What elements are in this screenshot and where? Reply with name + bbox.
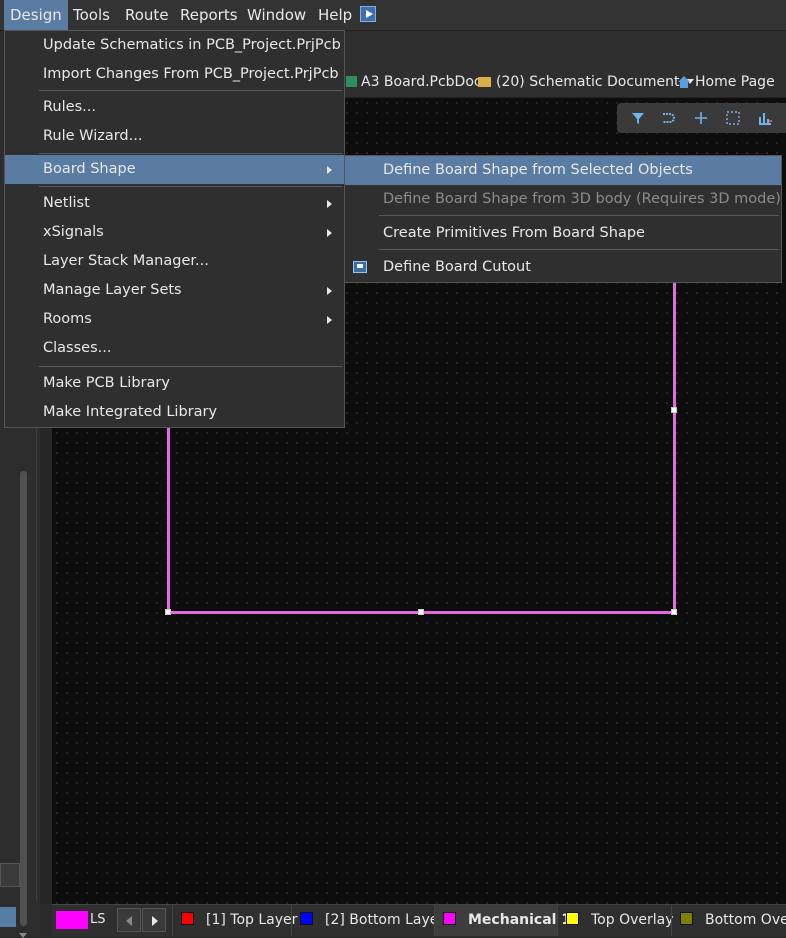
doc-schematic-label: (20) Schematic Document: [496, 74, 680, 90]
layer-set-button[interactable]: LS: [90, 911, 112, 929]
menu-item-manage-layer-sets[interactable]: Manage Layer Sets: [5, 276, 344, 305]
chevron-right-icon: [152, 916, 158, 926]
menu-tools[interactable]: Tools: [67, 0, 116, 30]
doc-schematic[interactable]: (20) Schematic Document: [478, 67, 694, 97]
board-shape-submenu: Define Board Shape from Selected Objects…: [344, 155, 782, 283]
menu-separator: [39, 186, 342, 187]
menu-window[interactable]: Window: [241, 0, 312, 30]
menu-item-board-shape[interactable]: Board Shape: [5, 155, 344, 184]
menu-route[interactable]: Route: [119, 0, 175, 30]
menu-bar: Design Tools Route Reports Window Help: [0, 0, 786, 31]
submenu-arrow-icon: [327, 316, 332, 324]
tab-layer-mechanical-1[interactable]: Mechanical 1: [434, 905, 571, 936]
run-icon[interactable]: [360, 6, 376, 22]
doc-home-label: Home Page: [695, 74, 775, 90]
menu-help[interactable]: Help: [312, 0, 358, 30]
menu-item-rooms[interactable]: Rooms: [5, 305, 344, 334]
layer-color-swatch: [181, 912, 194, 925]
design-menu: Update Schematics in PCB_Project.PrjPcb …: [4, 30, 345, 428]
scroll-down-icon[interactable]: [19, 933, 27, 938]
doc-home[interactable]: Home Page: [678, 67, 775, 97]
board-outline-right[interactable]: [673, 278, 676, 613]
layer-prev-button[interactable]: [117, 908, 141, 932]
submenu-item-define-from-selected[interactable]: Define Board Shape from Selected Objects: [345, 156, 781, 185]
menu-item-rule-wizard[interactable]: Rule Wizard...: [5, 122, 344, 151]
menu-item-rules[interactable]: Rules...: [5, 93, 344, 122]
menu-item-make-pcb-library[interactable]: Make PCB Library: [5, 369, 344, 398]
layer-color-swatch: [680, 912, 693, 925]
manage-layer-sets-label: Manage Layer Sets: [43, 282, 182, 298]
tab-layer-bottom-overlay[interactable]: Bottom Overlay: [671, 905, 786, 936]
layer-next-button[interactable]: [142, 908, 166, 932]
rooms-label: Rooms: [43, 311, 92, 327]
doc-pcb[interactable]: A3 Board.PcbDoc: [346, 67, 482, 97]
board-vertex[interactable]: [418, 609, 424, 615]
add-icon[interactable]: [693, 110, 709, 126]
netlist-label: Netlist: [43, 195, 90, 211]
menu-separator: [379, 215, 779, 216]
tab-layer-top[interactable]: [1] Top Layer: [172, 905, 297, 936]
layer-label: Bottom Overlay: [705, 912, 786, 928]
panel-selected-item[interactable]: [0, 907, 16, 927]
menu-item-make-integrated-library[interactable]: Make Integrated Library: [5, 398, 344, 427]
menu-reports[interactable]: Reports: [174, 0, 244, 30]
menu-separator: [39, 90, 342, 91]
layer-label: [1] Top Layer: [206, 912, 298, 928]
menu-item-netlist[interactable]: Netlist: [5, 189, 344, 218]
menu-item-update-schematics[interactable]: Update Schematics in PCB_Project.PrjPcb: [5, 31, 344, 60]
menu-item-layer-stack-manager[interactable]: Layer Stack Manager...: [5, 247, 344, 276]
submenu-item-define-from-3d-body: Define Board Shape from 3D body (Require…: [383, 191, 781, 207]
submenu-arrow-icon: [327, 200, 332, 208]
schematic-doc-icon: [478, 77, 491, 87]
board-vertex[interactable]: [165, 609, 171, 615]
menu-separator: [39, 366, 342, 367]
panel-scrollbar[interactable]: [20, 471, 27, 926]
pcb-doc-icon: [346, 76, 357, 87]
current-layer-swatch[interactable]: [56, 911, 88, 929]
filter-icon[interactable]: [630, 110, 646, 126]
submenu-arrow-icon: [327, 166, 332, 174]
layer-color-swatch: [443, 912, 456, 925]
floating-toolbar: [617, 103, 786, 133]
panel-field[interactable]: [0, 863, 20, 887]
menu-separator: [39, 153, 342, 154]
submenu-arrow-icon: [327, 229, 332, 237]
select-icon[interactable]: [725, 110, 741, 126]
home-icon: [678, 76, 690, 88]
layer-color-swatch: [566, 912, 579, 925]
menu-separator: [379, 249, 779, 250]
snap-icon[interactable]: [660, 110, 676, 126]
submenu-arrow-icon: [327, 287, 332, 295]
xsignals-label: xSignals: [43, 224, 104, 240]
menu-design[interactable]: Design: [4, 0, 68, 30]
chart-icon[interactable]: [757, 110, 773, 126]
menu-item-classes[interactable]: Classes...: [5, 334, 344, 363]
menu-item-xsignals[interactable]: xSignals: [5, 218, 344, 247]
layer-tabs-bar: LS [1] Top Layer [2] Bottom Layer Mechan…: [52, 904, 786, 936]
layer-label: Top Overlay: [591, 912, 674, 928]
define-board-cutout-label: Define Board Cutout: [383, 259, 531, 275]
layer-label: [2] Bottom Layer: [325, 912, 445, 928]
chevron-left-icon: [126, 916, 132, 926]
doc-pcb-label: A3 Board.PcbDoc: [361, 74, 482, 90]
board-vertex[interactable]: [671, 407, 677, 413]
submenu-item-define-board-cutout[interactable]: Define Board Cutout: [345, 253, 781, 282]
menu-item-import-changes[interactable]: Import Changes From PCB_Project.PrjPcb: [5, 60, 344, 89]
board-cutout-icon: [353, 261, 367, 273]
board-shape-label: Board Shape: [43, 161, 136, 177]
layer-color-swatch: [300, 912, 313, 925]
tab-layer-top-overlay[interactable]: Top Overlay: [557, 905, 674, 936]
tab-layer-bottom[interactable]: [2] Bottom Layer: [291, 905, 444, 936]
submenu-item-create-primitives[interactable]: Create Primitives From Board Shape: [345, 219, 781, 248]
board-vertex[interactable]: [671, 609, 677, 615]
layer-label: Mechanical 1: [468, 912, 572, 928]
